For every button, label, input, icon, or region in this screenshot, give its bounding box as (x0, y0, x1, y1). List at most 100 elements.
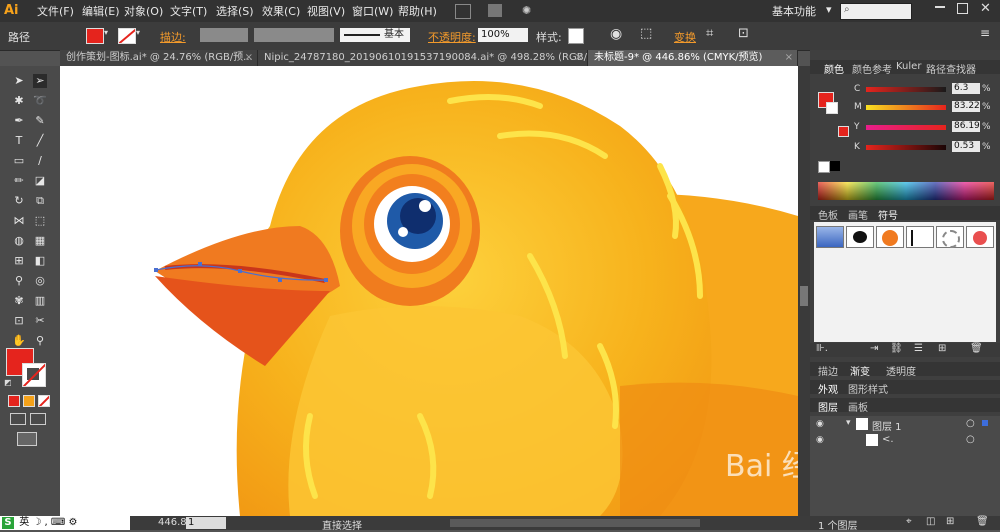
artboard-tool-icon[interactable]: ⊡ (12, 314, 26, 328)
free-transform-tool-icon[interactable]: ⬚ (33, 214, 47, 228)
stroke-swatch[interactable] (118, 28, 136, 44)
tab-symbols[interactable]: 符号 (878, 207, 898, 222)
arrange-documents-icon[interactable] (488, 4, 502, 17)
ime-settings-icon[interactable]: ⚙ (69, 517, 78, 528)
width-tool-icon[interactable]: ⋈ (12, 214, 26, 228)
paintbrush-tool-icon[interactable]: ∕ (33, 154, 47, 168)
color-spectrum-ramp[interactable] (818, 182, 994, 200)
default-colors-icon[interactable]: ◩ (4, 378, 12, 387)
gradient-tool-icon[interactable]: ◧ (33, 254, 47, 268)
anchor-convert-icon[interactable]: ⊡ (738, 26, 749, 41)
none-swatch[interactable] (818, 161, 830, 173)
channel-m-value[interactable]: 83.22 (952, 101, 980, 112)
menu-window[interactable]: 窗口(W) (352, 3, 393, 19)
fill-swatch[interactable] (86, 28, 104, 44)
opacity-field[interactable]: 100% (478, 28, 528, 42)
search-input[interactable]: ⌕ (840, 3, 912, 20)
maximize-icon[interactable] (957, 3, 968, 14)
symbol-item[interactable] (936, 226, 964, 248)
line-tool-icon[interactable]: ╱ (33, 134, 47, 148)
scale-tool-icon[interactable]: ⧉ (33, 194, 47, 208)
panel-menu-icon[interactable]: ≡ (980, 26, 990, 40)
tab-document-2[interactable]: Nipic_24787180_20190610191537190084.ai* … (258, 50, 588, 66)
workspace-arrow-icon[interactable]: ▾ (826, 3, 832, 16)
place-symbol-icon[interactable]: ⇥ (870, 343, 878, 354)
symbol-item[interactable] (816, 226, 844, 248)
align-icon[interactable]: ⬚ (640, 26, 652, 41)
menu-select[interactable]: 选择(S) (216, 3, 254, 19)
stroke-color-box[interactable] (22, 363, 46, 387)
draw-normal-icon[interactable] (10, 413, 26, 425)
close-icon[interactable]: × (245, 50, 253, 66)
color-mode-icon[interactable] (8, 395, 20, 407)
close-icon[interactable]: × (785, 50, 793, 66)
column-graph-tool-icon[interactable]: ▥ (33, 294, 47, 308)
target-icon[interactable]: ○ (966, 434, 975, 445)
eyedropper-tool-icon[interactable]: ⚲ (12, 274, 26, 288)
eraser-tool-icon[interactable]: ◪ (33, 174, 47, 188)
selection-tool-icon[interactable]: ➤ (12, 74, 26, 88)
opacity-label[interactable]: 不透明度: (428, 29, 476, 45)
symbol-libraries-menu-icon[interactable]: ⊪. (816, 343, 828, 354)
minimize-icon[interactable] (935, 6, 945, 8)
stroke-label[interactable]: 描边: (160, 29, 186, 45)
selection-indicator[interactable] (982, 420, 988, 426)
tab-brushes[interactable]: 画笔 (848, 207, 868, 222)
close-icon[interactable]: × (575, 50, 583, 66)
tab-transparency[interactable]: 透明度 (886, 363, 916, 378)
sync-icon[interactable]: ✺ (522, 4, 536, 17)
menu-file[interactable]: 文件(F) (37, 3, 74, 19)
delete-symbol-icon[interactable]: 🗑 (970, 343, 983, 354)
zoom-tool-icon[interactable]: ⚲ (33, 334, 47, 348)
curvature-tool-icon[interactable]: ✎ (33, 114, 47, 128)
delete-layer-icon[interactable]: 🗑 (976, 516, 989, 527)
rectangle-tool-icon[interactable]: ▭ (12, 154, 26, 168)
type-tool-icon[interactable]: T (12, 134, 26, 148)
workspace-label[interactable]: 基本功能 (772, 3, 816, 19)
menu-edit[interactable]: 编辑(E) (82, 3, 120, 19)
visibility-eye-icon[interactable]: ◉ (816, 419, 826, 429)
symbol-item[interactable] (846, 226, 874, 248)
transform-label[interactable]: 变换 (674, 29, 696, 45)
perspective-grid-tool-icon[interactable]: ▦ (33, 234, 47, 248)
layer-row[interactable]: ◉ <. ○ (810, 432, 1000, 449)
brush-definition[interactable]: 基本 (340, 28, 410, 42)
artboard-navigation[interactable]: 1 (186, 517, 226, 529)
pencil-tool-icon[interactable]: ✏ (12, 174, 26, 188)
channel-k-slider[interactable] (866, 145, 946, 150)
fill-dropdown-icon[interactable]: ▾ (104, 28, 108, 37)
lasso-tool-icon[interactable]: ➰ (33, 94, 47, 108)
mesh-tool-icon[interactable]: ⊞ (12, 254, 26, 268)
screen-mode-icon[interactable] (17, 432, 37, 446)
vertical-scrollbar[interactable] (798, 66, 810, 516)
ime-punctuation-icon[interactable]: ☽ , (32, 517, 47, 528)
tab-swatches[interactable]: 色板 (818, 207, 838, 222)
channel-y-value[interactable]: 86.19 (952, 121, 980, 132)
rotate-tool-icon[interactable]: ↻ (12, 194, 26, 208)
break-link-icon[interactable]: ⛓ (890, 343, 903, 354)
symbol-item[interactable] (966, 226, 994, 248)
visibility-eye-icon[interactable]: ◉ (816, 435, 826, 445)
horizontal-scrollbar[interactable] (450, 519, 700, 527)
expand-arrow-icon[interactable]: ▾ (846, 418, 851, 428)
tab-color[interactable]: 颜色 (824, 61, 844, 76)
ime-toolbar[interactable]: S 英 ☽ , ⌨ ⚙ (0, 516, 130, 530)
artboard-canvas[interactable]: Bai 经 (60, 66, 798, 516)
tab-pathfinder[interactable]: 路径查找器 (926, 61, 976, 76)
locate-object-icon[interactable]: ⌖ (906, 516, 912, 527)
draw-behind-icon[interactable] (30, 413, 46, 425)
shape-builder-tool-icon[interactable]: ◍ (12, 234, 26, 248)
stroke-weight-field[interactable] (200, 28, 248, 42)
tab-kuler[interactable]: Kuler (896, 61, 921, 72)
tab-document-1[interactable]: 创作策划-图标.ai* @ 24.76% (RGB/预... × (60, 50, 258, 66)
target-icon[interactable]: ○ (966, 418, 975, 429)
tab-gradient[interactable]: 渐变 (850, 363, 870, 378)
channel-k-value[interactable]: 0.53 (952, 141, 980, 152)
panel-stroke-swatch[interactable] (826, 102, 838, 114)
tab-artboards[interactable]: 画板 (848, 399, 868, 414)
blend-tool-icon[interactable]: ◎ (33, 274, 47, 288)
magic-wand-tool-icon[interactable]: ✱ (12, 94, 26, 108)
none-mode-icon[interactable] (38, 395, 50, 407)
clipping-mask-icon[interactable]: ◫ (926, 516, 935, 527)
tab-layers[interactable]: 图层 (818, 399, 838, 414)
